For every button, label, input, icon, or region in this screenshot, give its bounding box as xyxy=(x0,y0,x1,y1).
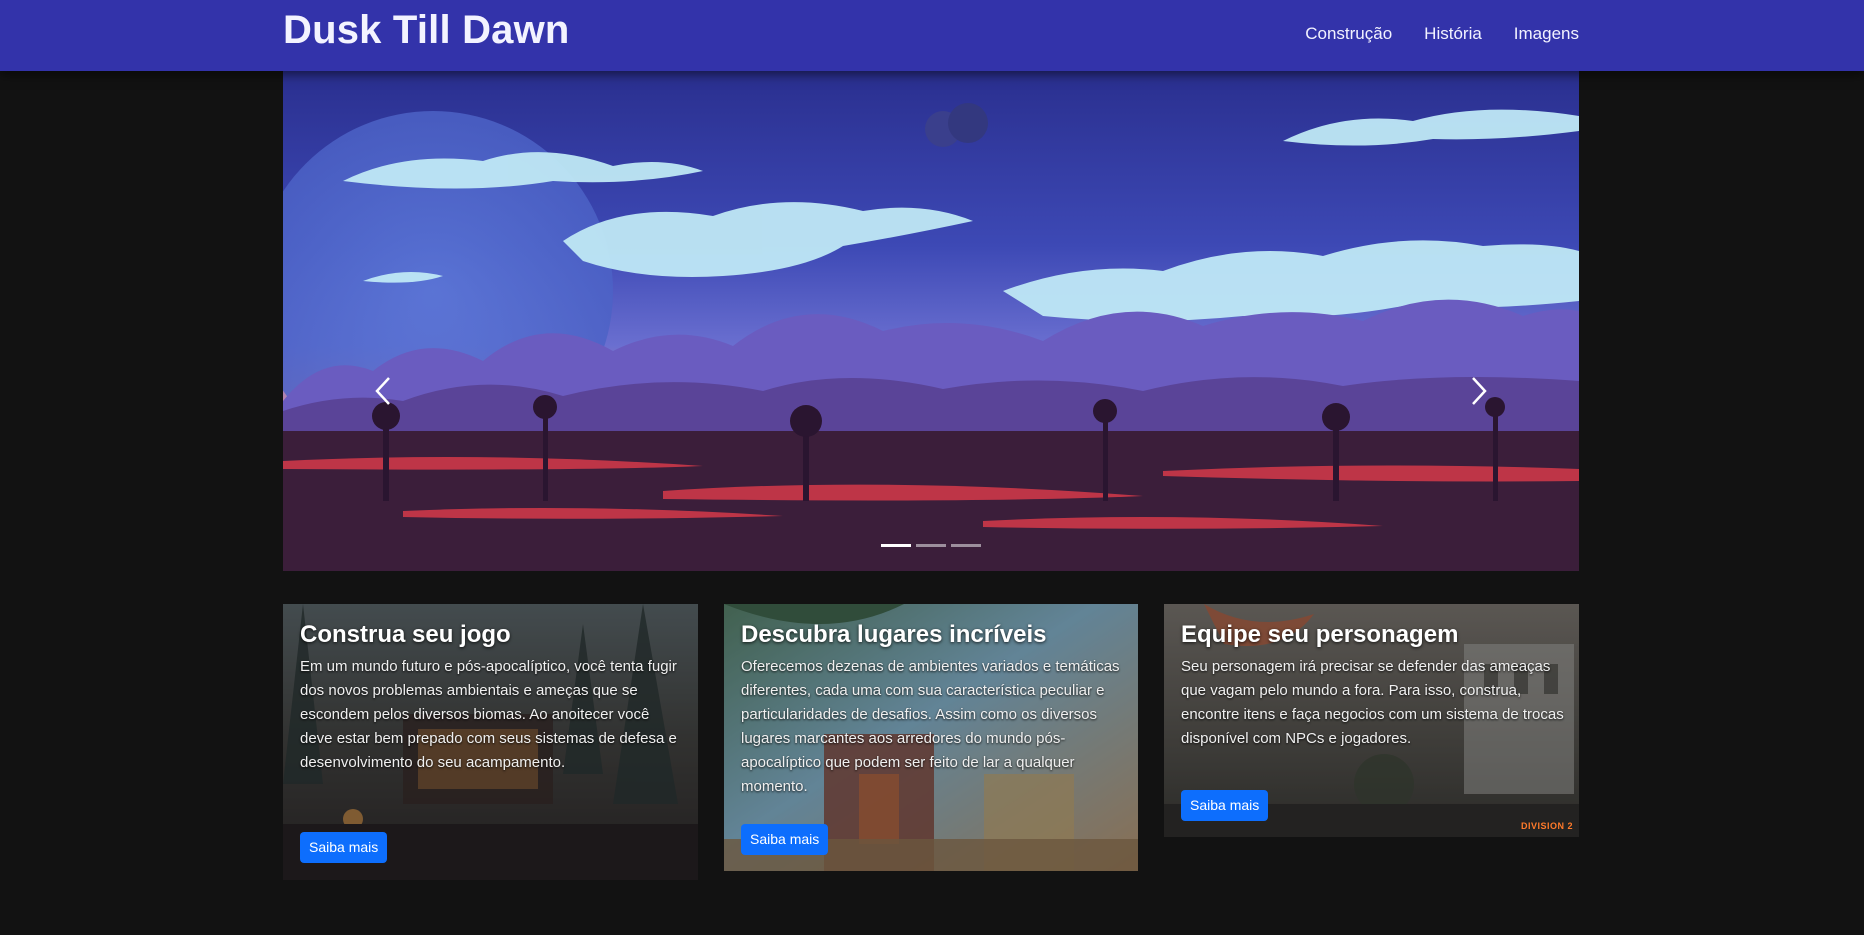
brand-title[interactable]: Dusk Till Dawn xyxy=(283,8,570,53)
carousel-indicators xyxy=(881,544,981,547)
card-body: Descubra lugares incríveis Oferecemos de… xyxy=(741,621,1126,799)
card-body: Equipe seu personagem Seu personagem irá… xyxy=(1181,621,1567,751)
carousel-indicator-1[interactable] xyxy=(881,544,911,547)
nav-link-imagens[interactable]: Imagens xyxy=(1514,24,1579,44)
hero-carousel xyxy=(283,71,1579,571)
saiba-mais-button[interactable]: Saiba mais xyxy=(300,832,388,863)
hero-image-dusk-landscape xyxy=(283,71,1579,571)
chevron-right-icon xyxy=(1472,377,1487,405)
nav-link-historia[interactable]: História xyxy=(1424,24,1482,44)
card-body: Construa seu jogo Em um mundo futuro e p… xyxy=(300,621,686,775)
saiba-mais-button[interactable]: Saiba mais xyxy=(741,824,829,855)
card-text: Em um mundo futuro e pós-apocalíptico, v… xyxy=(300,658,677,771)
card-text: Seu personagem irá precisar se defender … xyxy=(1181,658,1564,747)
carousel-indicator-3[interactable] xyxy=(951,544,981,547)
card-construa: Construa seu jogo Em um mundo futuro e p… xyxy=(283,604,698,880)
navbar: Dusk Till Dawn Construção História Image… xyxy=(0,0,1864,71)
carousel-next-button[interactable] xyxy=(1459,351,1499,431)
saiba-mais-button[interactable]: Saiba mais xyxy=(1181,790,1269,821)
card-title: Equipe seu personagem xyxy=(1181,621,1459,648)
nav-link-construcao[interactable]: Construção xyxy=(1305,24,1392,44)
card-equipe: Equipe seu personagem Seu personagem irá… xyxy=(1164,604,1579,837)
carousel-prev-button[interactable] xyxy=(363,351,403,431)
nav-links: Construção História Imagens xyxy=(1305,24,1579,44)
card-title: Construa seu jogo xyxy=(300,621,511,648)
division-logo: DIVISION 2 xyxy=(1520,821,1573,831)
card-descubra: Descubra lugares incríveis Oferecemos de… xyxy=(724,604,1138,871)
card-title: Descubra lugares incríveis xyxy=(741,621,1047,648)
carousel-indicator-2[interactable] xyxy=(916,544,946,547)
chevron-left-icon xyxy=(375,377,390,405)
card-text: Oferecemos dezenas de ambientes variados… xyxy=(741,658,1120,795)
